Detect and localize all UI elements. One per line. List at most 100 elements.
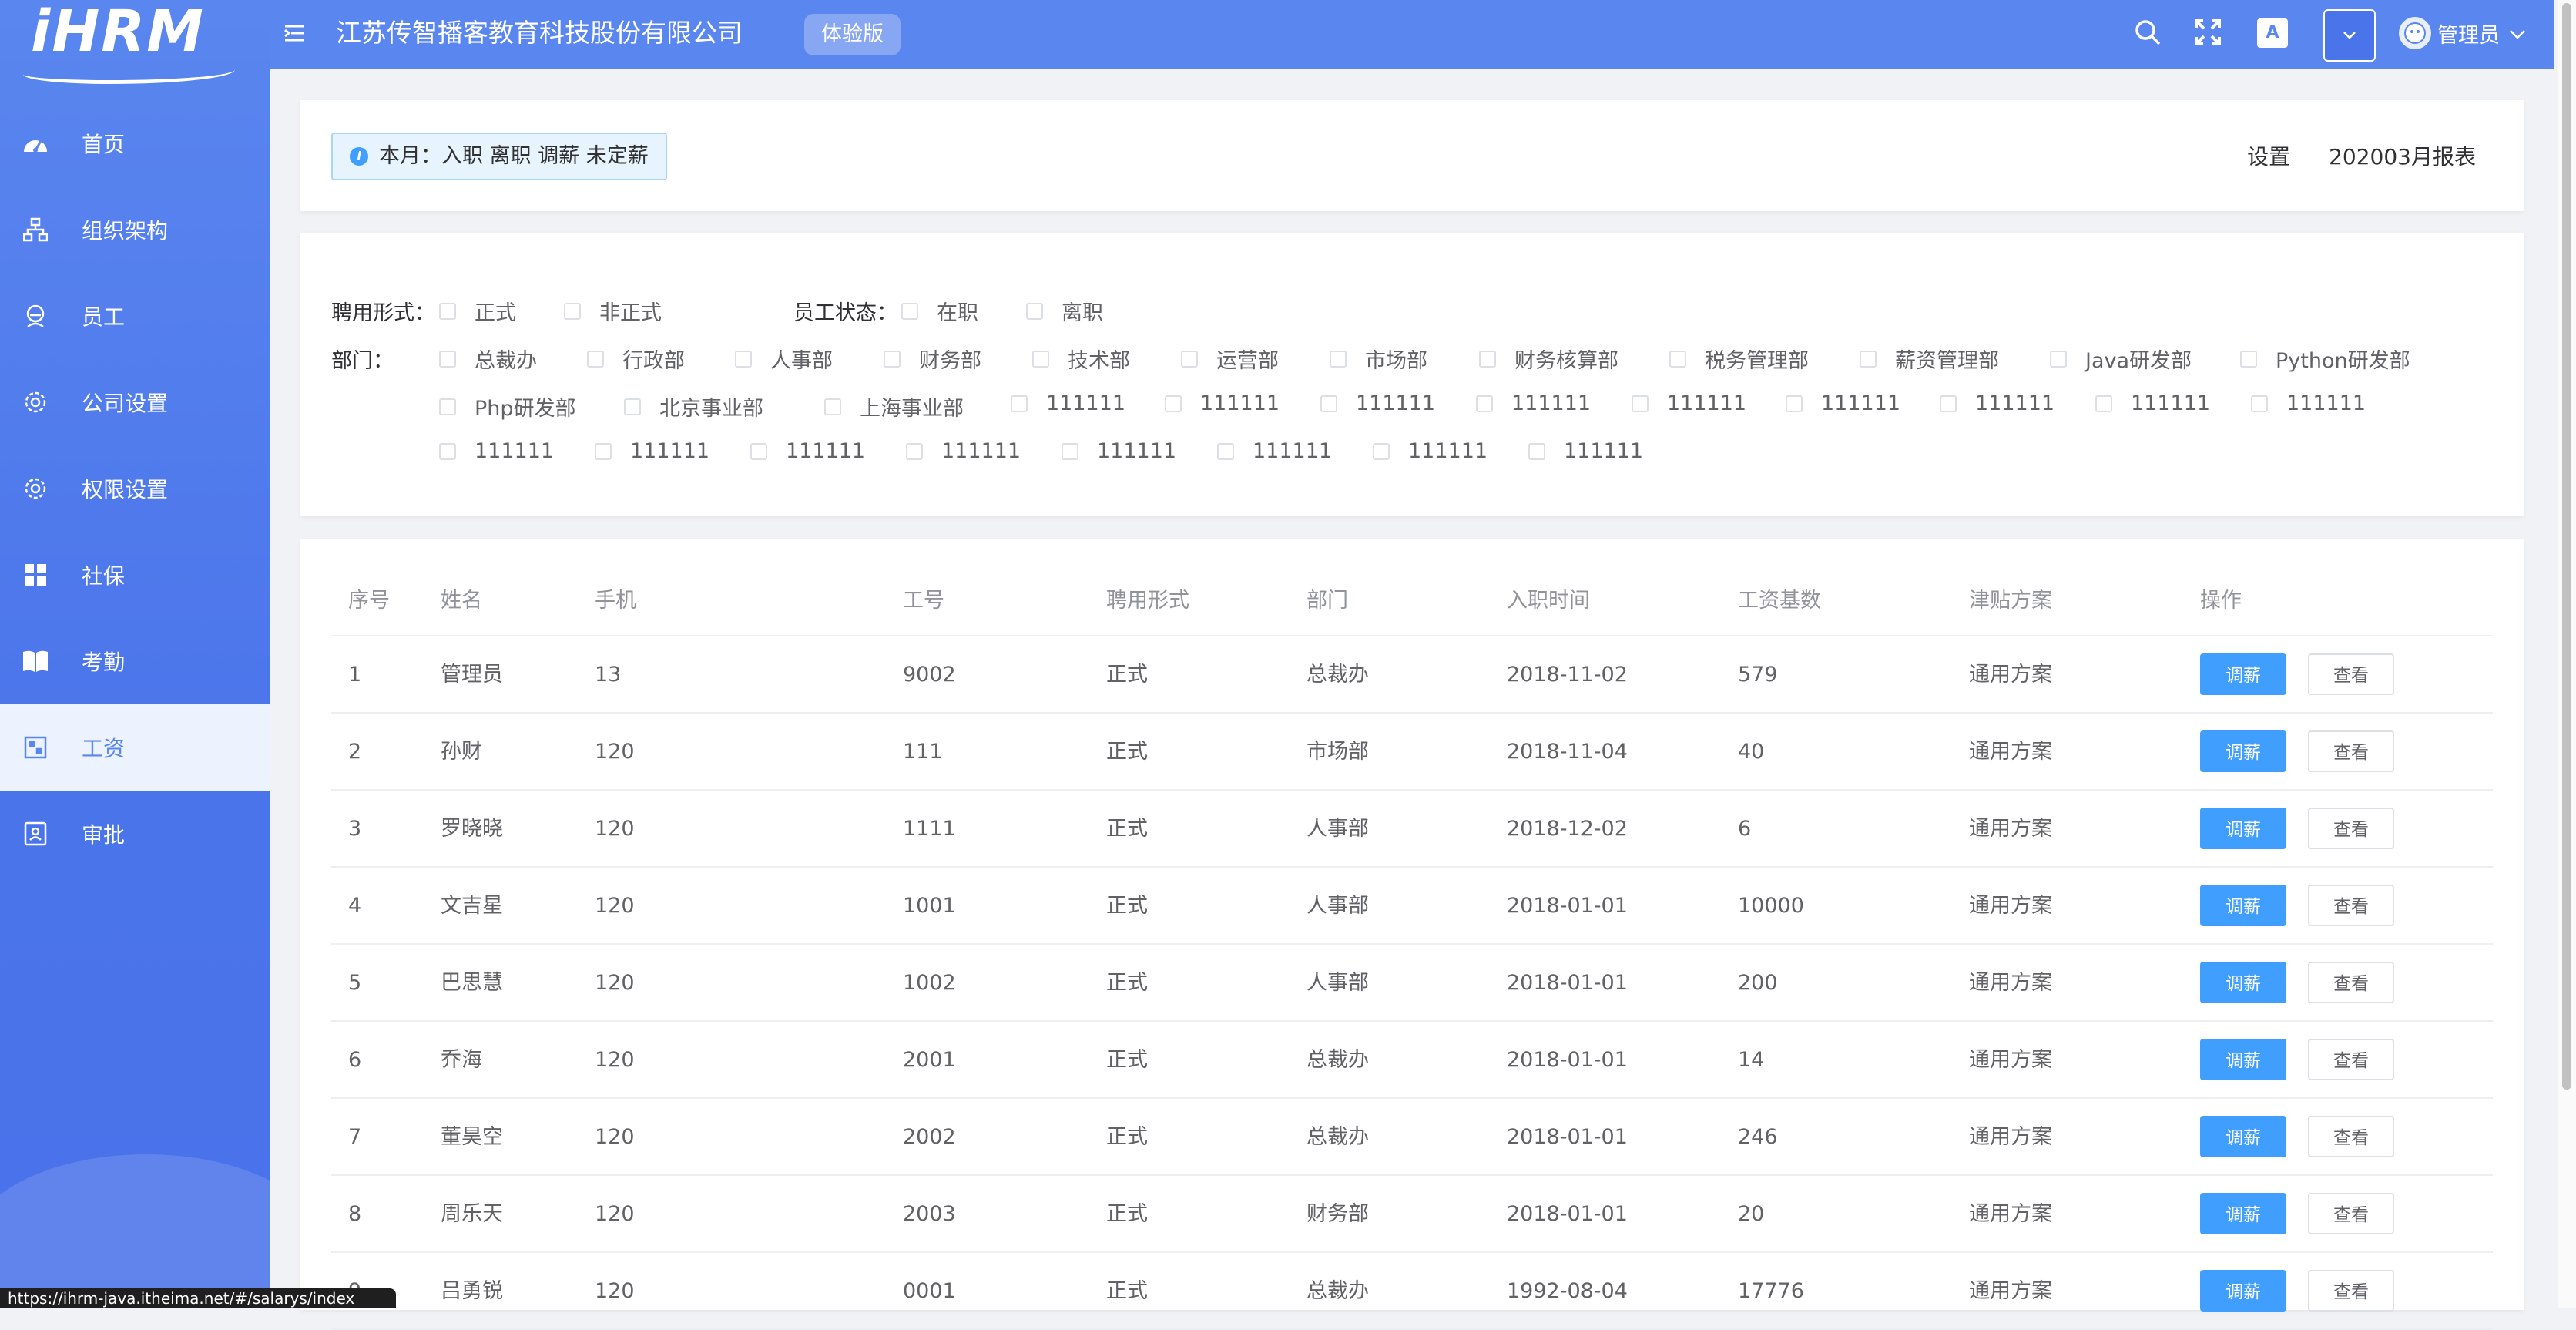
checkbox-box[interactable] [901,302,918,320]
view-button[interactable]: 查看 [2308,885,2394,926]
checkbox-department[interactable]: 行政部 [587,344,685,374]
checkbox-department[interactable]: 市场部 [1330,344,1427,374]
checkbox-department[interactable]: 薪资管理部 [1860,344,1999,374]
checkbox-department[interactable]: 111111 [595,439,709,463]
checkbox-department[interactable]: 税务管理部 [1669,344,1809,374]
checkbox-department[interactable]: 111111 [1528,439,1643,463]
checkbox-department[interactable]: 111111 [1940,391,2054,415]
adjust-salary-button[interactable]: 调薪 [2200,885,2286,926]
fullscreen-icon[interactable] [2191,15,2225,49]
checkbox-box[interactable] [735,350,752,368]
checkbox-box[interactable] [2251,395,2268,412]
checkbox-box[interactable] [595,442,612,460]
checkbox-box[interactable] [1217,442,1234,460]
checkbox-box[interactable] [1011,395,1028,412]
checkbox-box[interactable] [2095,395,2112,412]
sidebar-item-permission-settings[interactable]: 权限设置 [0,445,270,532]
checkbox-box[interactable] [1330,350,1347,368]
checkbox-status-left[interactable]: 离职 [1026,296,1103,326]
adjust-salary-button[interactable]: 调薪 [2200,730,2286,772]
checkbox-box[interactable] [1320,395,1337,412]
sidebar-item-org[interactable]: 组织架构 [0,186,270,273]
checkbox-department[interactable]: Python研发部 [2240,344,2410,374]
checkbox-box[interactable] [564,302,581,320]
checkbox-box[interactable] [1786,395,1803,412]
checkbox-box[interactable] [1165,395,1182,412]
checkbox-box[interactable] [1032,350,1049,368]
checkbox-department[interactable]: 111111 [1165,391,1280,415]
view-button[interactable]: 查看 [2308,730,2394,772]
checkbox-department[interactable]: 111111 [1217,439,1332,463]
adjust-salary-button[interactable]: 调薪 [2200,962,2286,1003]
checkbox-box[interactable] [439,302,456,320]
adjust-salary-button[interactable]: 调薪 [2200,1270,2286,1312]
checkbox-department[interactable]: 111111 [750,439,865,463]
adjust-salary-button[interactable]: 调薪 [2200,1116,2286,1157]
checkbox-box[interactable] [1860,350,1877,368]
monthly-report-link[interactable]: 202003月报表 [2329,140,2476,171]
view-button[interactable]: 查看 [2308,1039,2394,1080]
checkbox-box[interactable] [1062,442,1078,460]
checkbox-box[interactable] [624,398,641,415]
checkbox-department[interactable]: 111111 [1786,391,1900,415]
checkbox-box[interactable] [824,398,841,415]
checkbox-box[interactable] [1479,350,1496,368]
sidebar-item-employee[interactable]: 员工 [0,273,270,359]
checkbox-box[interactable] [906,442,923,460]
checkbox-box[interactable] [1669,350,1686,368]
settings-link[interactable]: 设置 [2247,140,2290,171]
checkbox-department[interactable]: 111111 [1320,391,1435,415]
theme-dropdown[interactable] [2323,9,2376,62]
checkbox-box[interactable] [2240,350,2257,368]
checkbox-department[interactable]: 财务部 [884,344,981,374]
checkbox-department[interactable]: 111111 [439,439,554,463]
sidebar-item-company-settings[interactable]: 公司设置 [0,359,270,445]
checkbox-department[interactable]: 财务核算部 [1479,344,1618,374]
checkbox-box[interactable] [750,442,767,460]
checkbox-box[interactable] [1026,302,1043,320]
language-icon[interactable]: A [2257,18,2288,48]
search-icon[interactable] [2131,15,2165,49]
checkbox-department[interactable]: 111111 [1011,391,1125,415]
checkbox-department[interactable]: 111111 [1632,391,1746,415]
sidebar-item-social-security[interactable]: 社保 [0,532,270,618]
checkbox-box[interactable] [1373,442,1390,460]
checkbox-department[interactable]: 上海事业部 [824,391,964,422]
scrollbar-thumb[interactable] [2562,3,2571,1090]
page-scrollbar[interactable] [2558,0,2576,1308]
view-button[interactable]: 查看 [2308,1116,2394,1157]
checkbox-box[interactable] [2050,350,2067,368]
view-button[interactable]: 查看 [2308,1193,2394,1234]
sidebar-item-home[interactable]: 首页 [0,100,270,186]
sidebar-item-attendance[interactable]: 考勤 [0,618,270,704]
view-button[interactable]: 查看 [2308,962,2394,1003]
checkbox-box[interactable] [439,442,456,460]
checkbox-department[interactable]: 总裁办 [439,344,537,374]
checkbox-box[interactable] [1632,395,1649,412]
checkbox-box[interactable] [1528,442,1545,460]
checkbox-department[interactable]: 111111 [2251,391,2366,415]
checkbox-department[interactable]: 111111 [1373,439,1488,463]
checkbox-department[interactable]: 111111 [906,439,1021,463]
checkbox-box[interactable] [1181,350,1198,368]
sidebar-item-salary[interactable]: 工资 [0,704,270,791]
adjust-salary-button[interactable]: 调薪 [2200,1193,2286,1234]
adjust-salary-button[interactable]: 调薪 [2200,653,2286,695]
hamburger-icon[interactable] [283,23,307,46]
checkbox-department[interactable]: Php研发部 [439,391,576,422]
checkbox-department[interactable]: 111111 [2095,391,2210,415]
checkbox-department[interactable]: 111111 [1062,439,1176,463]
checkbox-box[interactable] [884,350,901,368]
adjust-salary-button[interactable]: 调薪 [2200,1039,2286,1080]
checkbox-box[interactable] [1476,395,1493,412]
user-menu[interactable]: 管理员 [2399,14,2526,52]
checkbox-box[interactable] [1940,395,1957,412]
checkbox-department[interactable]: 运营部 [1181,344,1279,374]
logo[interactable]: iHRM [23,0,239,85]
checkbox-box[interactable] [439,398,456,415]
checkbox-status-active[interactable]: 在职 [901,296,978,326]
checkbox-box[interactable] [439,350,456,368]
sidebar-item-approval[interactable]: 审批 [0,791,270,877]
view-button[interactable]: 查看 [2308,808,2394,849]
checkbox-employment-informal[interactable]: 非正式 [564,296,662,326]
